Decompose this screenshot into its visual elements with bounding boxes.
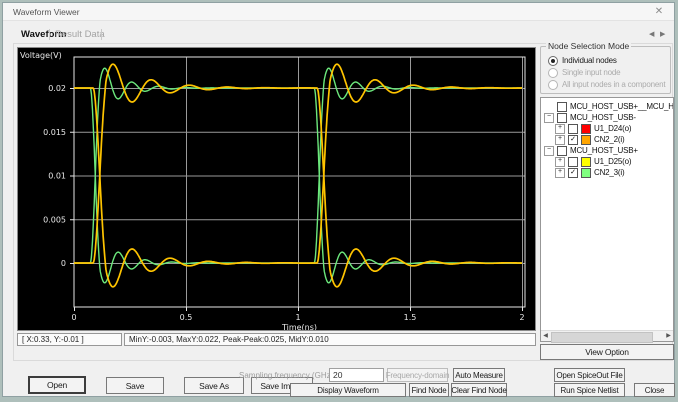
svg-text:0: 0 — [61, 259, 66, 268]
checkbox-icon[interactable] — [557, 113, 567, 123]
collapse-icon[interactable]: − — [544, 113, 554, 123]
tree-item-label: MCU_HOST_USB+__MCU_HOST_USB- — [570, 102, 674, 111]
svg-text:Voltage(V): Voltage(V) — [20, 51, 62, 60]
expand-icon[interactable]: + — [555, 168, 565, 178]
svg-text:Time(ns): Time(ns) — [281, 323, 317, 330]
svg-text:0.01: 0.01 — [48, 172, 66, 181]
measurement-readout: MinY:-0.003, MaxY:0.022, Peak-Peak:0.025… — [124, 333, 536, 346]
svg-text:2: 2 — [519, 313, 524, 322]
svg-text:1: 1 — [295, 313, 300, 322]
svg-text:0.5: 0.5 — [180, 313, 193, 322]
run-spice-netlist-button[interactable]: Run Spice Netlist — [554, 383, 625, 397]
svg-text:0.015: 0.015 — [43, 128, 66, 137]
tree-item[interactable]: +✓ CN2_2(i) — [555, 134, 624, 145]
tree-item[interactable]: + U1_D24(o) — [555, 123, 631, 134]
svg-text:0.005: 0.005 — [43, 215, 66, 224]
checkbox-icon[interactable] — [557, 102, 567, 112]
display-waveform-button[interactable]: Display Waveform — [290, 383, 406, 397]
hscroll-right-arrow-icon[interactable]: ▶ — [664, 332, 673, 341]
tree-item[interactable]: − MCU_HOST_USB+ — [544, 145, 638, 156]
node-selection-title: Node Selection Mode — [546, 41, 631, 51]
tree-item[interactable]: − MCU_HOST_USB- — [544, 112, 636, 123]
window-title: Waveform Viewer — [13, 7, 80, 17]
tree-item-label: MCU_HOST_USB- — [570, 113, 636, 122]
svg-text:1.5: 1.5 — [404, 313, 417, 322]
tab-result-data[interactable]: Result Data — [51, 27, 109, 42]
chart-area[interactable]: Voltage(V) 0 0.005 0.01 0.015 0.02 0 0.5 1 1.5 2 Ti… — [17, 47, 536, 331]
open-spiceout-file-button[interactable]: Open SpiceOut File — [554, 368, 625, 382]
desktop: Waveform Viewer ✕ Waveform Result Data ◀… — [0, 0, 678, 402]
view-option-button[interactable]: View Option — [540, 344, 674, 360]
open-button[interactable]: Open — [28, 376, 86, 394]
radio-option-label: All input nodes in a component — [562, 80, 665, 89]
waveform-plot: Voltage(V) 0 0.005 0.01 0.015 0.02 0 0.5 1 1.5 2 Ti… — [18, 48, 535, 330]
expand-icon[interactable]: + — [555, 157, 565, 167]
color-swatch — [581, 135, 591, 145]
auto-measure-button[interactable]: Auto Measure — [453, 368, 505, 382]
tree-item-label: U1_D24(o) — [594, 124, 631, 133]
svg-text:0.02: 0.02 — [48, 84, 66, 93]
cursor-readout: [ X:0.33, Y:-0.01 ] — [17, 333, 122, 346]
radio-icon — [548, 68, 558, 78]
node-selection-options: Individual nodes Single input node All inp… — [540, 51, 671, 91]
color-swatch — [581, 157, 591, 167]
radio-icon — [548, 80, 558, 90]
radio-option-1: Single input node — [548, 67, 620, 78]
checkbox-icon[interactable]: ✓ — [568, 168, 578, 178]
close-icon[interactable]: ✕ — [652, 5, 666, 19]
clear-find-node-button[interactable]: Clear Find Node — [451, 383, 507, 397]
tab-scroll-left-icon[interactable]: ◀ — [649, 30, 654, 38]
title-bar: Waveform Viewer ✕ — [3, 3, 674, 21]
radio-option-2: All input nodes in a component — [548, 79, 665, 90]
sampling-frequency-input[interactable] — [329, 368, 384, 382]
tab-separator — [101, 29, 102, 40]
collapse-icon[interactable]: − — [544, 146, 554, 156]
tree-item[interactable]: +✓ CN2_3(i) — [555, 167, 624, 178]
sampling-frequency-label: Sampling frequency (GHz) — [239, 371, 325, 380]
tree-hscrollbar[interactable]: ◀ ▶ — [541, 330, 673, 341]
find-node-button[interactable]: Find Node — [409, 383, 449, 397]
hscroll-left-arrow-icon[interactable]: ◀ — [541, 332, 550, 341]
svg-text:0: 0 — [71, 313, 76, 322]
tab-separator — [49, 29, 50, 40]
radio-option-label: Individual nodes — [562, 56, 617, 65]
radio-option-label: Single input node — [562, 68, 620, 77]
radio-icon[interactable] — [548, 56, 558, 66]
tree-item-label: CN2_2(i) — [594, 135, 624, 144]
checkbox-icon[interactable] — [568, 157, 578, 167]
save-button[interactable]: Save — [106, 377, 164, 394]
tree-item[interactable]: + U1_D25(o) — [555, 156, 631, 167]
node-tree[interactable]: MCU_HOST_USB+__MCU_HOST_USB- − MCU_HOST_US… — [540, 97, 674, 342]
tree-item-label: U1_D25(o) — [594, 157, 631, 166]
hscroll-thumb[interactable] — [551, 332, 653, 343]
close-button[interactable]: Close — [634, 383, 675, 397]
expand-icon[interactable]: + — [555, 124, 565, 134]
tree-item[interactable]: MCU_HOST_USB+__MCU_HOST_USB- — [544, 101, 674, 112]
checkbox-icon[interactable] — [557, 146, 567, 156]
tree-item-label: CN2_3(i) — [594, 168, 624, 177]
expand-icon[interactable]: + — [555, 135, 565, 145]
tree-item-label: MCU_HOST_USB+ — [570, 146, 638, 155]
checkbox-icon[interactable] — [568, 124, 578, 134]
tab-scroll-right-icon[interactable]: ▶ — [660, 30, 665, 38]
checkbox-icon[interactable]: ✓ — [568, 135, 578, 145]
color-swatch — [581, 124, 591, 134]
radio-option-0[interactable]: Individual nodes — [548, 55, 617, 66]
save-as-button[interactable]: Save As — [184, 377, 244, 394]
color-swatch — [581, 168, 591, 178]
frequency-domain-button: Frequency-domain — [387, 368, 448, 382]
waveform-viewer-window: Waveform Viewer ✕ Waveform Result Data ◀… — [2, 2, 675, 397]
